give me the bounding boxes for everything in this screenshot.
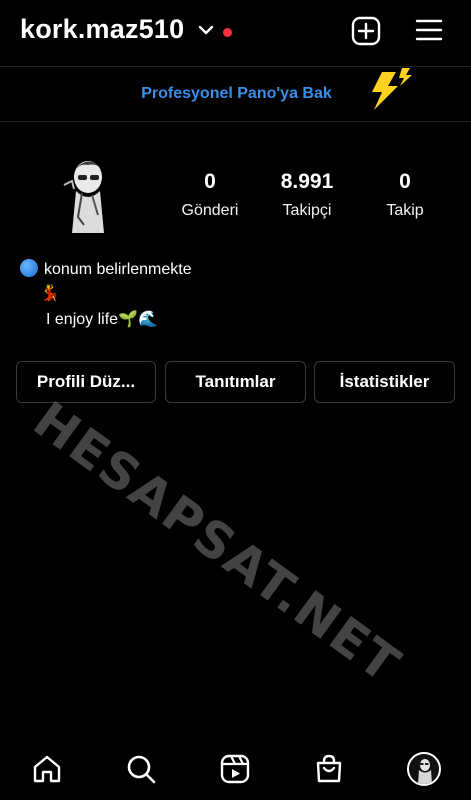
home-icon	[33, 755, 61, 783]
professional-dashboard-label: Profesyonel Pano'ya Bak	[141, 85, 332, 102]
lightning-bolt-icon	[372, 68, 412, 110]
globe-icon	[20, 259, 38, 277]
followers-value: 8.991	[280, 170, 334, 193]
following-label: Takip	[386, 202, 424, 219]
create-post-icon[interactable]	[351, 16, 381, 46]
profile-tab[interactable]	[407, 752, 441, 786]
reels-icon	[220, 754, 250, 784]
shop-icon	[316, 754, 342, 783]
bottom-tab-bar	[0, 740, 471, 800]
search-tab[interactable]	[124, 752, 158, 786]
notification-dot	[223, 28, 232, 37]
hamburger-menu-icon[interactable]	[415, 18, 443, 42]
following-value: 0	[399, 170, 411, 193]
profile-avatar-icon	[418, 759, 432, 784]
watermark-text: HESAPSAT.NET	[22, 390, 412, 695]
dancer-emoji: 💃	[40, 285, 60, 302]
following-count[interactable]: 0 Takip	[355, 170, 455, 220]
bio-location: konum belirlenmekte	[20, 259, 192, 279]
shop-tab[interactable]	[312, 752, 346, 786]
posts-count[interactable]: 0 Gönderi	[160, 170, 260, 220]
home-tab[interactable]	[30, 752, 64, 786]
profile-avatar[interactable]	[54, 155, 118, 233]
profile-header: kork.maz510	[0, 0, 471, 66]
search-icon	[127, 755, 156, 784]
bio-tagline: I enjoy life🌱🌊	[46, 311, 158, 328]
insights-button[interactable]: İstatistikler	[314, 361, 455, 403]
chevron-down-icon[interactable]	[198, 24, 214, 36]
edit-profile-button[interactable]: Profili Düz...	[16, 361, 156, 403]
posts-label: Gönderi	[181, 202, 239, 219]
promotions-button[interactable]: Tanıtımlar	[165, 361, 306, 403]
followers-count[interactable]: 8.991 Takipçi	[257, 170, 357, 220]
banner-divider	[0, 121, 471, 122]
reels-tab[interactable]	[218, 752, 252, 786]
posts-value: 0	[204, 170, 216, 193]
bio-location-text: konum belirlenmekte	[44, 261, 192, 278]
followers-label: Takipçi	[282, 202, 332, 219]
username-switcher[interactable]: kork.maz510	[20, 14, 184, 45]
